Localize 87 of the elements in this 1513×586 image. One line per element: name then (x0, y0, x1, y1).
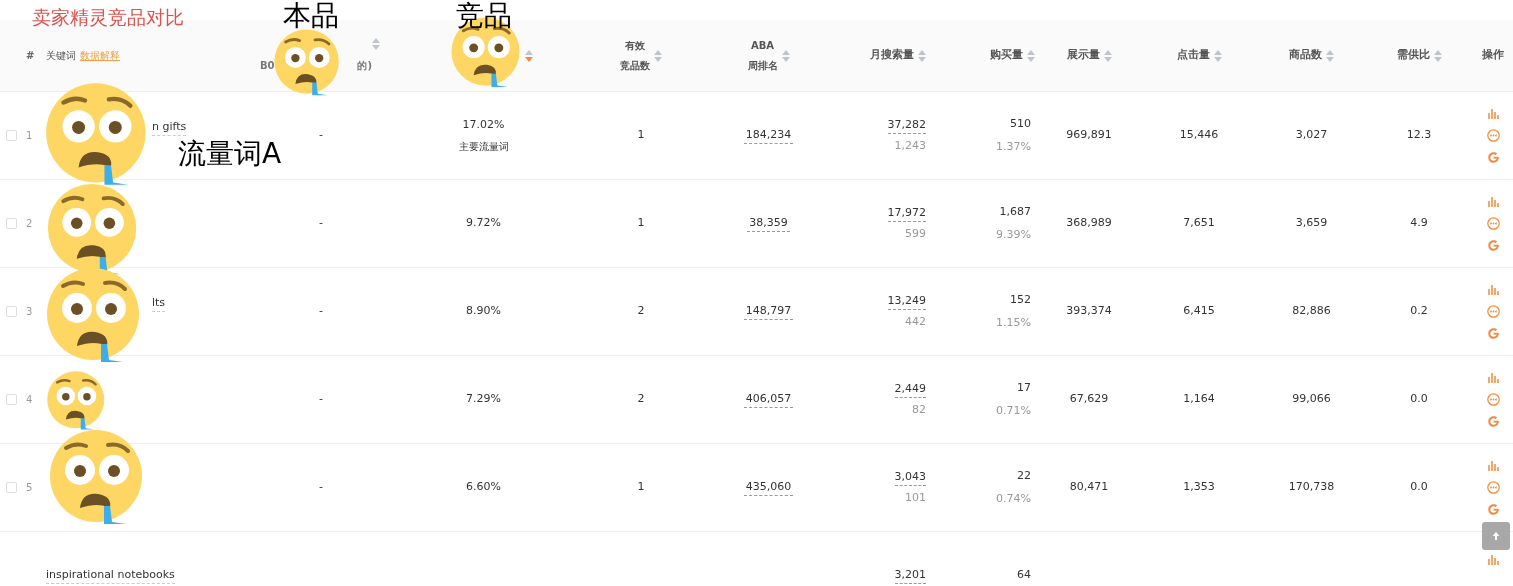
table-cell-text: 101 (905, 490, 926, 506)
column-header: 购买量 (990, 47, 1023, 64)
row-number: 3 (26, 305, 33, 319)
table-cell: 0.0 (1410, 391, 1428, 408)
table-cell: 1 (637, 215, 645, 232)
keyword-text[interactable]: lts (152, 294, 166, 313)
table-cell: 7,651 (1183, 215, 1215, 232)
table-cell: 2 (637, 391, 645, 408)
table-cell-text: 442 (905, 314, 926, 330)
keyword-text[interactable]: inspirational notebooks (46, 566, 175, 585)
column-header: ABA 周排名 (747, 38, 778, 73)
column-header: 关键词 (46, 49, 76, 63)
column-header: 商品数 (1289, 47, 1322, 64)
table-cell: 3,659 (1295, 215, 1328, 232)
table-cell: 99,066 (1292, 391, 1331, 408)
table-cell-text: 599 (905, 226, 926, 242)
aba-rank[interactable]: 38,359 (747, 214, 790, 233)
traffic-tag: 主要流量词 (458, 139, 509, 155)
table-cell: 1 (637, 127, 645, 144)
column-header: 操作 (1482, 47, 1504, 64)
column-header: 需供比 (1396, 47, 1430, 64)
row-number: 5 (26, 481, 33, 495)
table-cell: 3,027 (1295, 127, 1328, 144)
aba-rank[interactable]: 148,797 (743, 302, 794, 321)
table-cell: 67,629 (1069, 391, 1109, 408)
table-cell: - (319, 127, 323, 144)
table-cell: 0.2 (1410, 303, 1428, 320)
aba-rank[interactable]: 184,234 (743, 126, 794, 145)
table-cell-text: 1,687 (999, 204, 1031, 220)
table-cell: 368,989 (1066, 215, 1112, 232)
column-header: 展示量 (1066, 47, 1100, 64)
table-cell: 9.72% (466, 215, 501, 232)
table-cell: 6,415 (1183, 303, 1215, 320)
table-cell-text: 22 (1017, 468, 1031, 484)
aba-rank[interactable]: 406,057 (743, 390, 794, 409)
column-header: # (26, 49, 35, 63)
table-cell-text: 152 (1010, 292, 1031, 308)
column-header: B0 (260, 59, 275, 73)
monthly-searches[interactable]: 3,043 (894, 468, 926, 486)
table-cell: 2 (637, 303, 645, 320)
monthly-searches[interactable]: 17,972 (887, 204, 926, 222)
table-cell: 9.39% (996, 226, 1031, 243)
table-cell: 7.29% (466, 391, 501, 408)
table-cell: 1,164 (1183, 391, 1215, 408)
table-cell: 6.60% (466, 479, 501, 496)
annotation-label: 流量词A (178, 140, 282, 168)
monthly-searches[interactable]: 3,201 (894, 566, 926, 585)
monthly-searches[interactable]: 13,249 (887, 292, 926, 310)
table-cell: 12.3 (1406, 127, 1432, 144)
table-cell-text: 510 (1010, 116, 1031, 132)
table-cell: 4.9 (1410, 215, 1428, 232)
table-cell: 64 (1017, 567, 1031, 584)
table-cell-text: 17 (1017, 380, 1031, 396)
table-cell: 969,891 (1066, 127, 1112, 144)
annotation-label: 本品 (283, 2, 339, 30)
table-cell: 1.37% (996, 138, 1031, 155)
table-cell: 1,353 (1183, 479, 1215, 496)
row-number: 4 (26, 393, 33, 407)
table-cell: 1.15% (996, 314, 1031, 331)
table-cell: 393,374 (1066, 303, 1112, 320)
table-cell-text: 17.02% (462, 116, 505, 133)
column-header: 有效 竞品数 (620, 38, 650, 73)
aba-rank[interactable]: 435,060 (743, 478, 794, 497)
table-cell: 0.71% (996, 402, 1031, 419)
table-cell: 8.90% (466, 303, 501, 320)
table-cell: 170,738 (1288, 479, 1335, 496)
table-cell: - (319, 215, 323, 232)
monthly-searches[interactable]: 2,449 (894, 380, 926, 398)
page-title: 卖家精灵竞品对比 (32, 8, 184, 27)
table-cell: 82,886 (1292, 303, 1331, 320)
row-number: 1 (26, 129, 33, 143)
table-cell: - (319, 479, 323, 496)
table-cell: - (319, 303, 323, 320)
row-number: 2 (26, 217, 33, 231)
table-cell-text: 82 (912, 402, 926, 418)
table-cell: - (319, 391, 323, 408)
table-cell: 1 (637, 479, 645, 496)
monthly-searches[interactable]: 37,282 (887, 116, 926, 134)
column-header: 月搜索量 (870, 47, 914, 64)
table-cell: 0.74% (996, 490, 1031, 507)
table-cell: 80,471 (1069, 479, 1109, 496)
table-cell: 0.0 (1410, 479, 1428, 496)
column-header: 的) (357, 59, 372, 73)
column-header: 点击量 (1176, 47, 1210, 64)
keyword-text[interactable]: n gifts (152, 118, 187, 137)
table-cell-text: 1,243 (894, 138, 926, 154)
table-cell: 15,446 (1179, 127, 1219, 144)
